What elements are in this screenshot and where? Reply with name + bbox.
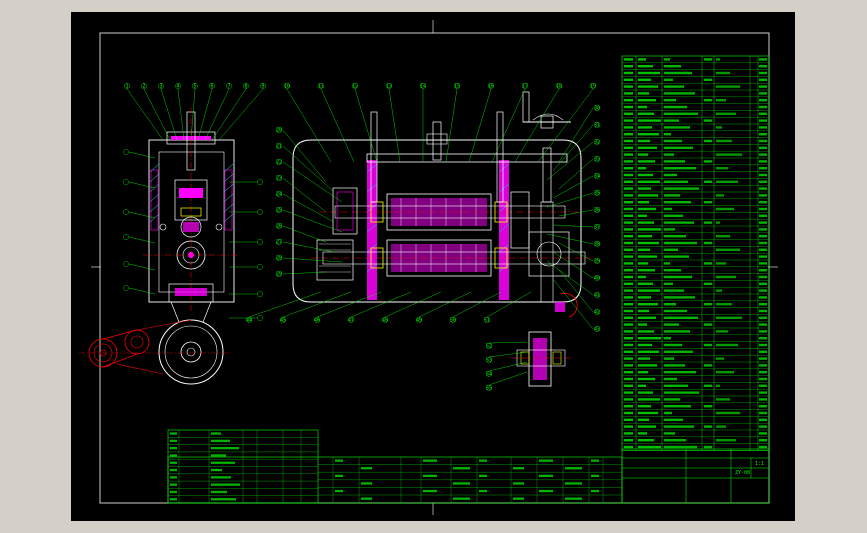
leader-label-top: 5: [193, 84, 196, 90]
leader-label-bottom: 54: [486, 372, 492, 378]
leader-label-bottom: 53: [486, 358, 492, 364]
leader-label-right: 43: [594, 327, 600, 333]
pulley-drive: [79, 301, 231, 385]
leader-label-bottom: 50: [450, 318, 456, 324]
leader-label-left: 22: [276, 160, 282, 166]
leader-label-top: 2: [142, 84, 145, 90]
leader-label-top: 7: [227, 84, 230, 90]
leader-label-right: 33: [594, 157, 600, 163]
leader-label-left: 25: [276, 208, 282, 214]
leader-label-right: 38: [594, 242, 600, 248]
leader-label-bottom: 46: [314, 318, 320, 324]
leader-label-top: 6: [210, 84, 213, 90]
leader-label-right: 40: [594, 276, 600, 282]
leader-label-top: 11: [318, 84, 324, 90]
leader-label-left: 27: [276, 240, 282, 246]
leader-label-right: 42: [594, 310, 600, 316]
leader-label-left: 26: [276, 224, 282, 230]
assembly-drawing: 1 2 3 4 5 6 7 8 9 10 11 12 13 14 15 16 17 18 1920212223242…: [79, 20, 778, 515]
drawing-sheet: 1 2 3 4 5 6 7 8 9 10 11 12 13 14 15 16 17 18 19 20 21 22 23 24 2…: [71, 12, 795, 521]
leader-label-bottom: 47: [348, 318, 354, 324]
leader-label-bottom: 48: [382, 318, 388, 324]
leader-label-top: 14: [420, 84, 426, 90]
leader-label-left: 24: [276, 192, 282, 198]
leader-label-bottom: 51: [484, 318, 490, 324]
leader-label-right: 41: [594, 293, 600, 299]
leader-label-top: 16: [488, 84, 494, 90]
leader-label-top: 8: [244, 84, 247, 90]
main-view: [292, 111, 591, 303]
leader-label-left: 20: [276, 128, 282, 134]
leader-label-bottom: 44: [246, 318, 252, 324]
leader-label-bottom: 52: [486, 344, 492, 350]
leader-label-top: 4: [176, 84, 179, 90]
leader-label-right: 30: [594, 106, 600, 112]
drawing-number: ZY-00: [735, 470, 750, 476]
detail-view: [511, 292, 578, 387]
leader-label-top: 10: [284, 84, 290, 90]
leader-label-right: 35: [594, 191, 600, 197]
handwheel: [522, 91, 571, 129]
leader-label-top: 13: [386, 84, 392, 90]
leader-label-top: 19: [590, 84, 596, 90]
leader-label-top: 18: [556, 84, 562, 90]
scale-value: 1:1: [755, 461, 764, 467]
leader-label-top: 3: [159, 84, 162, 90]
leader-label-right: 32: [594, 140, 600, 146]
leader-label-left: 23: [276, 176, 282, 182]
leader-label-right: 37: [594, 225, 600, 231]
leader-label-right: 39: [594, 259, 600, 265]
leader-label-top: 1: [125, 84, 128, 90]
leader-label-bottom: 45: [280, 318, 286, 324]
leader-label-left: 29: [276, 272, 282, 278]
leader-label-right: 36: [594, 208, 600, 214]
leader-label-bottom: 49: [416, 318, 422, 324]
leader-label-top: 9: [261, 84, 264, 90]
leader-label-top: 17: [522, 84, 528, 90]
leader-label-right: 31: [594, 123, 600, 129]
leader-label-right: 34: [594, 174, 600, 180]
revision-table: [167, 429, 623, 504]
leader-label-left: 28: [276, 256, 282, 262]
parts-list-table: [621, 55, 770, 451]
leader-label-bottom: 55: [486, 386, 492, 392]
leader-label-left: 21: [276, 144, 282, 150]
leader-label-top: 15: [454, 84, 460, 90]
leader-label-top: 12: [352, 84, 358, 90]
title-block: ZY-00 1:1: [621, 448, 770, 504]
